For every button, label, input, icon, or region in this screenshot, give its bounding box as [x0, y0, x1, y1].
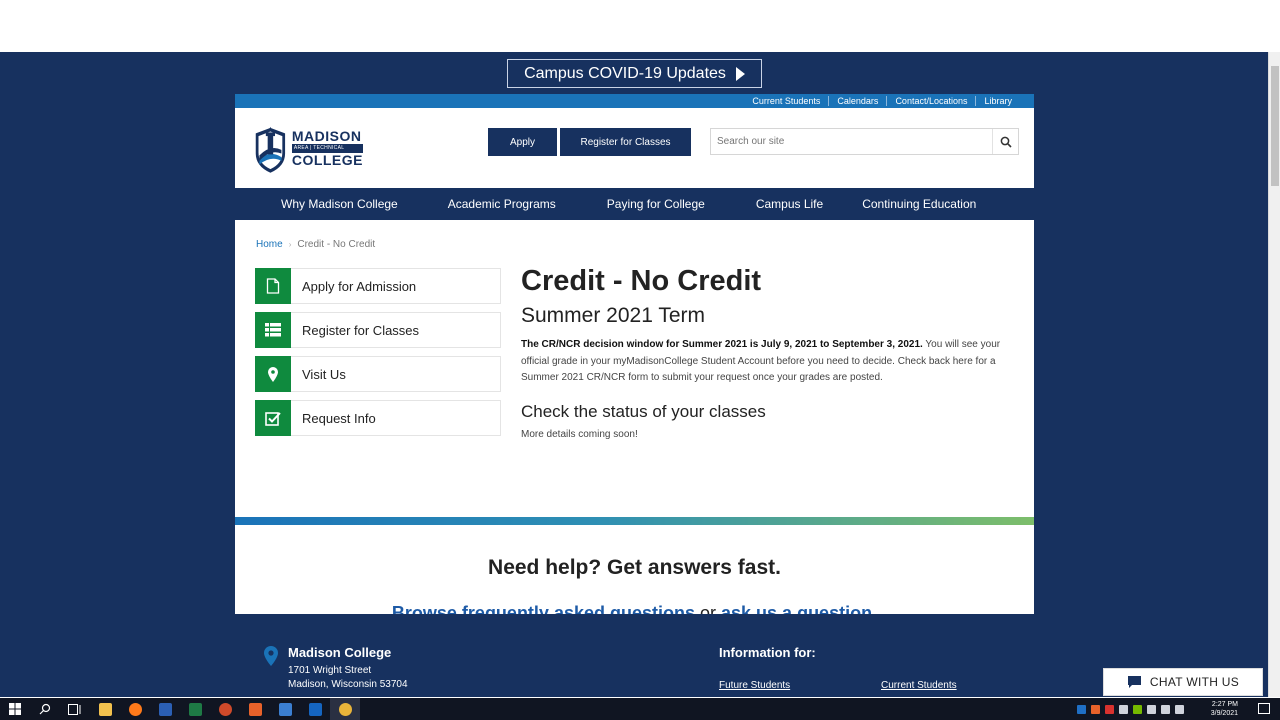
- nav-campus-life[interactable]: Campus Life: [756, 197, 823, 211]
- tray-volume-icon[interactable]: [1175, 704, 1184, 714]
- college-logo[interactable]: MADISON AREA | TECHNICAL COLLEGE: [253, 120, 363, 176]
- footer-address-line-1: 1701 Wright Street: [288, 665, 372, 676]
- decision-window-paragraph: The CR/NCR decision window for Summer 20…: [521, 337, 1015, 387]
- page-background: Campus COVID-19 Updates Current Students…: [0, 52, 1268, 697]
- footer-info-heading: Information for:: [719, 645, 816, 660]
- breadcrumb-separator-icon: ›: [288, 240, 292, 249]
- utility-link-contact-locations[interactable]: Contact/Locations: [886, 96, 975, 106]
- site-container: Current Students Calendars Contact/Locat…: [235, 94, 1034, 697]
- logo-wordmark: MADISON AREA | TECHNICAL COLLEGE: [291, 127, 363, 168]
- utility-nav: Current Students Calendars Contact/Locat…: [235, 94, 1034, 108]
- play-arrow-icon: [735, 66, 745, 81]
- nav-academic-programs[interactable]: Academic Programs: [448, 197, 556, 211]
- search-button[interactable]: [992, 129, 1018, 154]
- tray-window-icon[interactable]: [1119, 704, 1128, 714]
- site-header: MADISON AREA | TECHNICAL COLLEGE Apply R…: [235, 108, 1034, 188]
- clock-date: 3/9/2021: [1210, 710, 1238, 717]
- tray-usb-icon[interactable]: [1147, 704, 1156, 714]
- scrollbar-thumb[interactable]: [1271, 66, 1279, 186]
- powerpoint-icon[interactable]: [210, 698, 240, 720]
- notifications-icon[interactable]: [1258, 703, 1270, 714]
- sidebar-item-register-for-classes[interactable]: Register for Classes: [255, 312, 501, 348]
- app-s-blue-icon[interactable]: [270, 698, 300, 720]
- task-view-icon[interactable]: [60, 698, 90, 720]
- utility-link-current-students[interactable]: Current Students: [744, 96, 828, 106]
- system-tray: [1077, 698, 1184, 720]
- main-nav: Why Madison College Academic Programs Pa…: [235, 188, 1034, 220]
- sidebar-item-request-info[interactable]: Request Info: [255, 400, 501, 436]
- breadcrumb: Home › Credit - No Credit: [256, 239, 375, 250]
- page-title: Credit - No Credit: [521, 265, 762, 297]
- breadcrumb-current: Credit - No Credit: [297, 239, 376, 250]
- word-icon[interactable]: [150, 698, 180, 720]
- main-content: Credit - No Credit Summer 2021 Term The …: [521, 264, 1015, 440]
- taskbar-clock[interactable]: 2:27 PM 3/9/2021: [1194, 700, 1238, 718]
- nav-paying-for-college[interactable]: Paying for College: [607, 197, 705, 211]
- logo-line-1: MADISON: [291, 127, 362, 144]
- sidebar-item-apply-for-admission[interactable]: Apply for Admission: [255, 268, 501, 304]
- breadcrumb-home[interactable]: Home: [256, 239, 283, 250]
- status-heading: Check the status of your classes: [521, 401, 766, 421]
- quick-links-sidebar: Apply for Admission Register for Classes…: [255, 268, 501, 444]
- covid-updates-label: Campus COVID-19 Updates: [524, 64, 726, 82]
- chat-with-us-button[interactable]: CHAT WITH US: [1103, 668, 1263, 696]
- term-subtitle: Summer 2021 Term: [521, 304, 706, 327]
- location-pin-icon: [264, 646, 278, 666]
- site-footer: Madison College 1701 Wright Street Madis…: [235, 614, 1034, 697]
- gradient-divider: [235, 517, 1034, 525]
- checkbox-icon: [255, 400, 291, 436]
- windows-taskbar: 2:27 PM 3/9/2021: [0, 698, 1280, 720]
- utility-link-calendars[interactable]: Calendars: [828, 96, 886, 106]
- footer-link-current-students[interactable]: Current Students: [881, 680, 957, 691]
- excel-icon[interactable]: [180, 698, 210, 720]
- chat-label: CHAT WITH US: [1149, 675, 1240, 689]
- document-icon: [255, 268, 291, 304]
- sidebar-item-label: Visit Us: [302, 366, 346, 382]
- sidebar-item-label: Register for Classes: [302, 322, 420, 338]
- windows-start-icon[interactable]: [0, 698, 30, 720]
- register-for-classes-button[interactable]: Register for Classes: [560, 128, 691, 156]
- browser-top-area: [0, 0, 1280, 52]
- sidebar-item-visit-us[interactable]: Visit Us: [255, 356, 501, 392]
- footer-address-line-2: Madison, Wisconsin 53704: [288, 679, 408, 690]
- chat-bubble-icon: [1127, 676, 1141, 688]
- vertical-scrollbar[interactable]: [1268, 52, 1280, 697]
- firefox-icon[interactable]: [120, 698, 150, 720]
- sidebar-item-label: Apply for Admission: [302, 278, 417, 294]
- app-s-orange-icon[interactable]: [240, 698, 270, 720]
- tray-app-s-icon[interactable]: [1091, 704, 1100, 714]
- search-icon: [1000, 136, 1012, 148]
- clock-time: 2:27 PM: [1211, 701, 1238, 708]
- footer-link-future-students[interactable]: Future Students: [719, 680, 790, 691]
- sidebar-item-label: Request Info: [302, 410, 376, 426]
- help-heading: Need help? Get answers fast.: [488, 556, 781, 579]
- lighthouse-shield-icon: [255, 126, 286, 173]
- nav-continuing-education[interactable]: Continuing Education: [862, 197, 976, 211]
- covid-updates-button[interactable]: Campus COVID-19 Updates: [507, 59, 762, 88]
- outlook-icon[interactable]: [300, 698, 330, 720]
- decision-window-bold: The CR/NCR decision window for Summer 20…: [521, 339, 923, 350]
- logo-line-3: COLLEGE: [291, 151, 363, 168]
- nav-why-madison-college[interactable]: Why Madison College: [281, 197, 398, 211]
- taskbar-search-icon[interactable]: [30, 698, 60, 720]
- chrome-icon[interactable]: [330, 698, 360, 720]
- file-explorer-icon[interactable]: [90, 698, 120, 720]
- footer-college-name: Madison College: [288, 645, 392, 660]
- apply-button[interactable]: Apply: [488, 128, 557, 156]
- tray-outlook-icon[interactable]: [1077, 704, 1086, 714]
- search-input[interactable]: [711, 129, 992, 154]
- list-icon: [255, 312, 291, 348]
- status-text: More details coming soon!: [521, 428, 638, 440]
- utility-link-library[interactable]: Library: [975, 96, 1020, 106]
- search-box: [710, 128, 1019, 155]
- map-pin-icon: [255, 356, 291, 392]
- tray-shield-icon[interactable]: [1105, 704, 1114, 714]
- tray-nvidia-icon[interactable]: [1133, 704, 1142, 714]
- tray-network-icon[interactable]: [1161, 704, 1170, 714]
